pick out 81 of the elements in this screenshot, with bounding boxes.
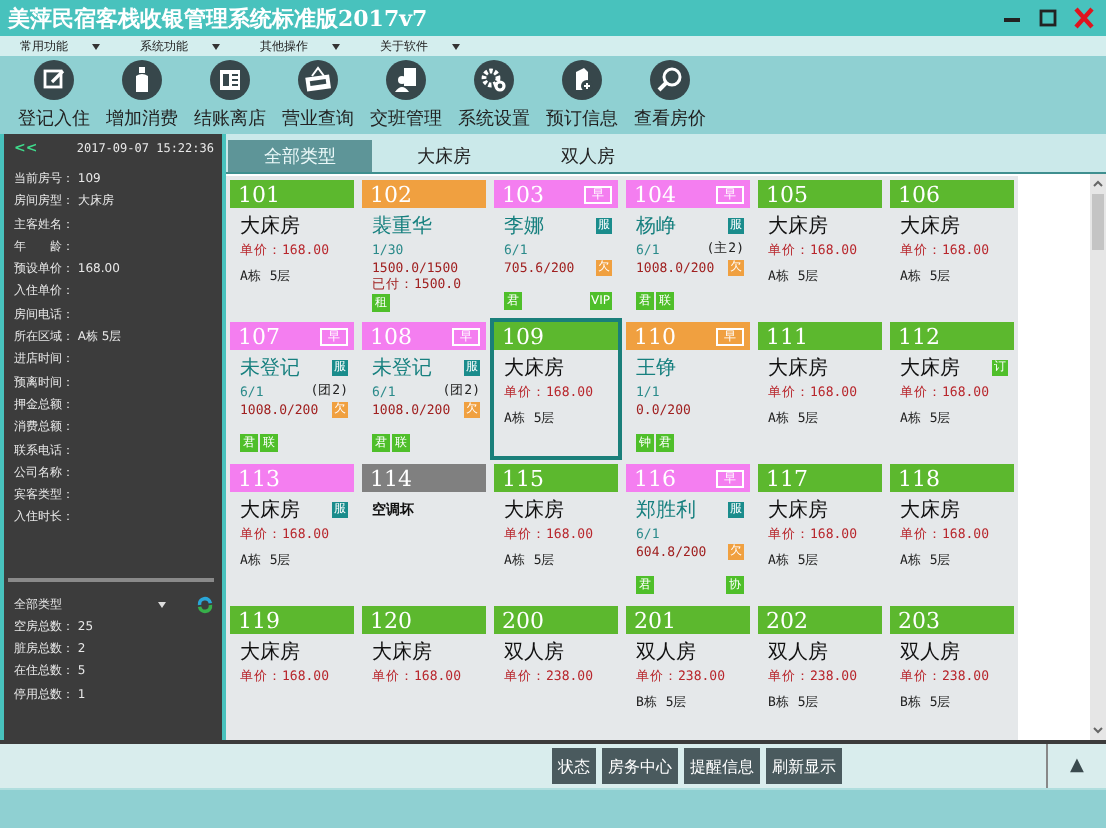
room-type: 大床房 [900,355,960,382]
action-button[interactable]: 提醒信息 [684,748,760,784]
maximize-icon[interactable] [1034,6,1062,30]
room-number: 202 [766,607,808,633]
refresh-icon[interactable] [196,595,214,614]
gear-icon [474,59,514,99]
action-button[interactable]: 刷新显示 [766,748,842,784]
action-button[interactable]: 房务中心 [602,748,678,784]
guest-name: 杨峥 [636,213,676,240]
room-number: 110 [634,323,676,349]
toolbar-button[interactable]: 预订信息 [540,56,624,134]
room-type: 大床房 [900,497,960,524]
room-number: 113 [238,465,280,491]
search-icon [650,59,690,99]
scroll-up-icon[interactable] [1092,178,1104,190]
scrollbar[interactable] [1090,174,1106,740]
room-number: 106 [898,181,940,207]
room-number: 111 [766,323,808,349]
bottle-icon [122,59,162,99]
room-number: 118 [898,465,940,491]
room-type: 大床房 [768,213,828,240]
toolbar-button[interactable]: 系统设置 [452,56,536,134]
sign-icon [298,59,338,99]
room-number: 116 [634,465,676,491]
room-type: 大床房 [900,213,960,240]
room-type: 大床房 [240,639,300,666]
room-type: 大床房 [504,497,564,524]
window-title: 美萍民宿客栈收银管理系统标准版2017v7 [8,3,430,33]
document-icon [386,59,426,99]
guest-name: 未登记 [240,355,300,382]
guest-name: 李娜 [504,213,544,240]
room-number: 120 [370,607,412,633]
room-number: 200 [502,607,544,633]
receipt-icon [210,59,250,99]
room-type: 双人房 [504,639,564,666]
room-type: 大床房 [240,213,300,240]
room-type: 大床房 [240,497,300,524]
caret-icon [452,43,460,49]
caret-icon [158,601,166,608]
room-number: 201 [634,607,676,633]
toolbar-button[interactable]: 交班管理 [364,56,448,134]
room-number: 101 [238,181,280,207]
guest-name: 王铮 [636,356,676,382]
room-type: 大床房 [372,639,432,666]
toolbar-button[interactable]: 登记入住 [12,56,96,134]
room-number: 109 [502,323,544,349]
room-type: 大床房 [768,497,828,524]
toolbar-button[interactable]: 查看房价 [628,56,712,134]
edit-icon [34,59,74,99]
toolbar-button[interactable]: 增加消费 [100,56,184,134]
caret-icon [212,43,220,49]
room-number: 114 [370,465,412,491]
room-type: 双人房 [636,639,696,666]
room-number: 112 [898,323,940,349]
tab[interactable]: 大床房 [372,140,516,172]
room-number: 117 [766,465,808,491]
toolbar-button[interactable]: 营业查询 [276,56,360,134]
caret-icon [332,43,340,49]
guest-name: 未登记 [372,355,432,382]
toolbar-button[interactable]: 结账离店 [188,56,272,134]
room-number: 104 [634,181,676,207]
caret-icon [92,43,100,49]
guest-name: 裴重华 [372,213,432,240]
room-number: 107 [238,323,280,349]
guest-name: 郑胜利 [636,497,696,524]
room-number: 105 [766,181,808,207]
scroll-thumb[interactable] [1092,194,1104,250]
room-number: 108 [370,323,412,349]
scroll-down-icon[interactable] [1092,724,1104,736]
room-type: 双人房 [768,639,828,666]
room-type: 双人房 [900,639,960,666]
room-number: 115 [502,465,544,491]
room-number: 103 [502,181,544,207]
action-button[interactable]: 状态 [552,748,596,784]
room-type: 大床房 [504,355,564,382]
tab[interactable]: 双人房 [516,140,660,172]
room-number: 102 [370,181,412,207]
room-number: 203 [898,607,940,633]
room-type: 大床房 [768,355,828,382]
room-number: 119 [238,607,280,633]
tag-icon [562,59,602,99]
